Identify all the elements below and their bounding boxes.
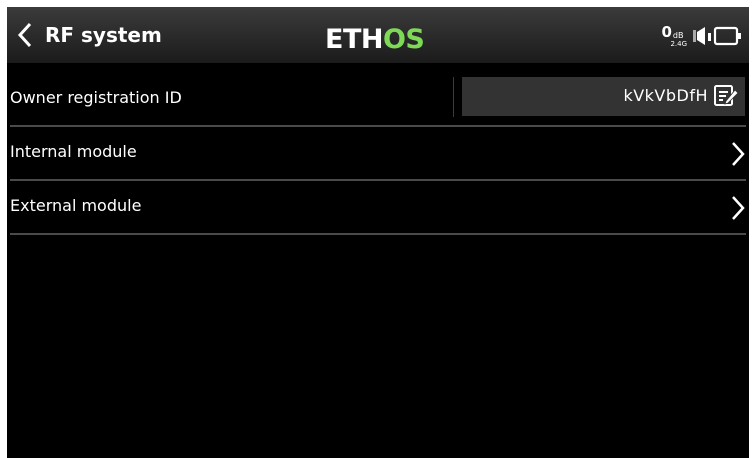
row-separator — [453, 77, 454, 117]
internal-module-label: Internal module — [10, 142, 137, 161]
external-module-label: External module — [10, 196, 142, 215]
svg-text:ETHOS: ETHOS — [325, 24, 424, 53]
ethos-logo: ETHOS — [325, 24, 425, 53]
back-button[interactable]: RF system — [13, 17, 173, 53]
chevron-right-icon — [732, 196, 745, 220]
row-divider — [10, 233, 746, 235]
battery-icon — [713, 26, 741, 46]
owner-id-label: Owner registration ID — [10, 88, 182, 107]
rssi-value: 0 — [661, 22, 672, 41]
internal-module-row[interactable]: Internal module — [7, 127, 749, 181]
chevron-right-icon — [732, 142, 745, 166]
owner-id-row: Owner registration ID kVkVbDfH — [7, 73, 749, 127]
status-area: 0 dB 2.4G — [661, 21, 743, 51]
owner-id-field[interactable]: kVkVbDfH — [462, 77, 745, 116]
edit-icon[interactable] — [713, 84, 739, 108]
back-chevron-icon — [17, 22, 32, 48]
owner-id-value: kVkVbDfH — [623, 86, 708, 105]
rssi-unit: dB — [672, 30, 684, 40]
rssi-band: 2.4G — [670, 39, 687, 48]
header-bar: RF system ETHOS 0 dB 2.4G — [7, 7, 749, 63]
radio-screen: RF system ETHOS 0 dB 2.4G Owner registra… — [7, 7, 749, 458]
page-title: RF system — [45, 23, 162, 47]
rssi-indicator: 0 dB 2.4G — [661, 22, 687, 48]
speaker-icon[interactable] — [691, 25, 713, 47]
external-module-row[interactable]: External module — [7, 181, 749, 235]
